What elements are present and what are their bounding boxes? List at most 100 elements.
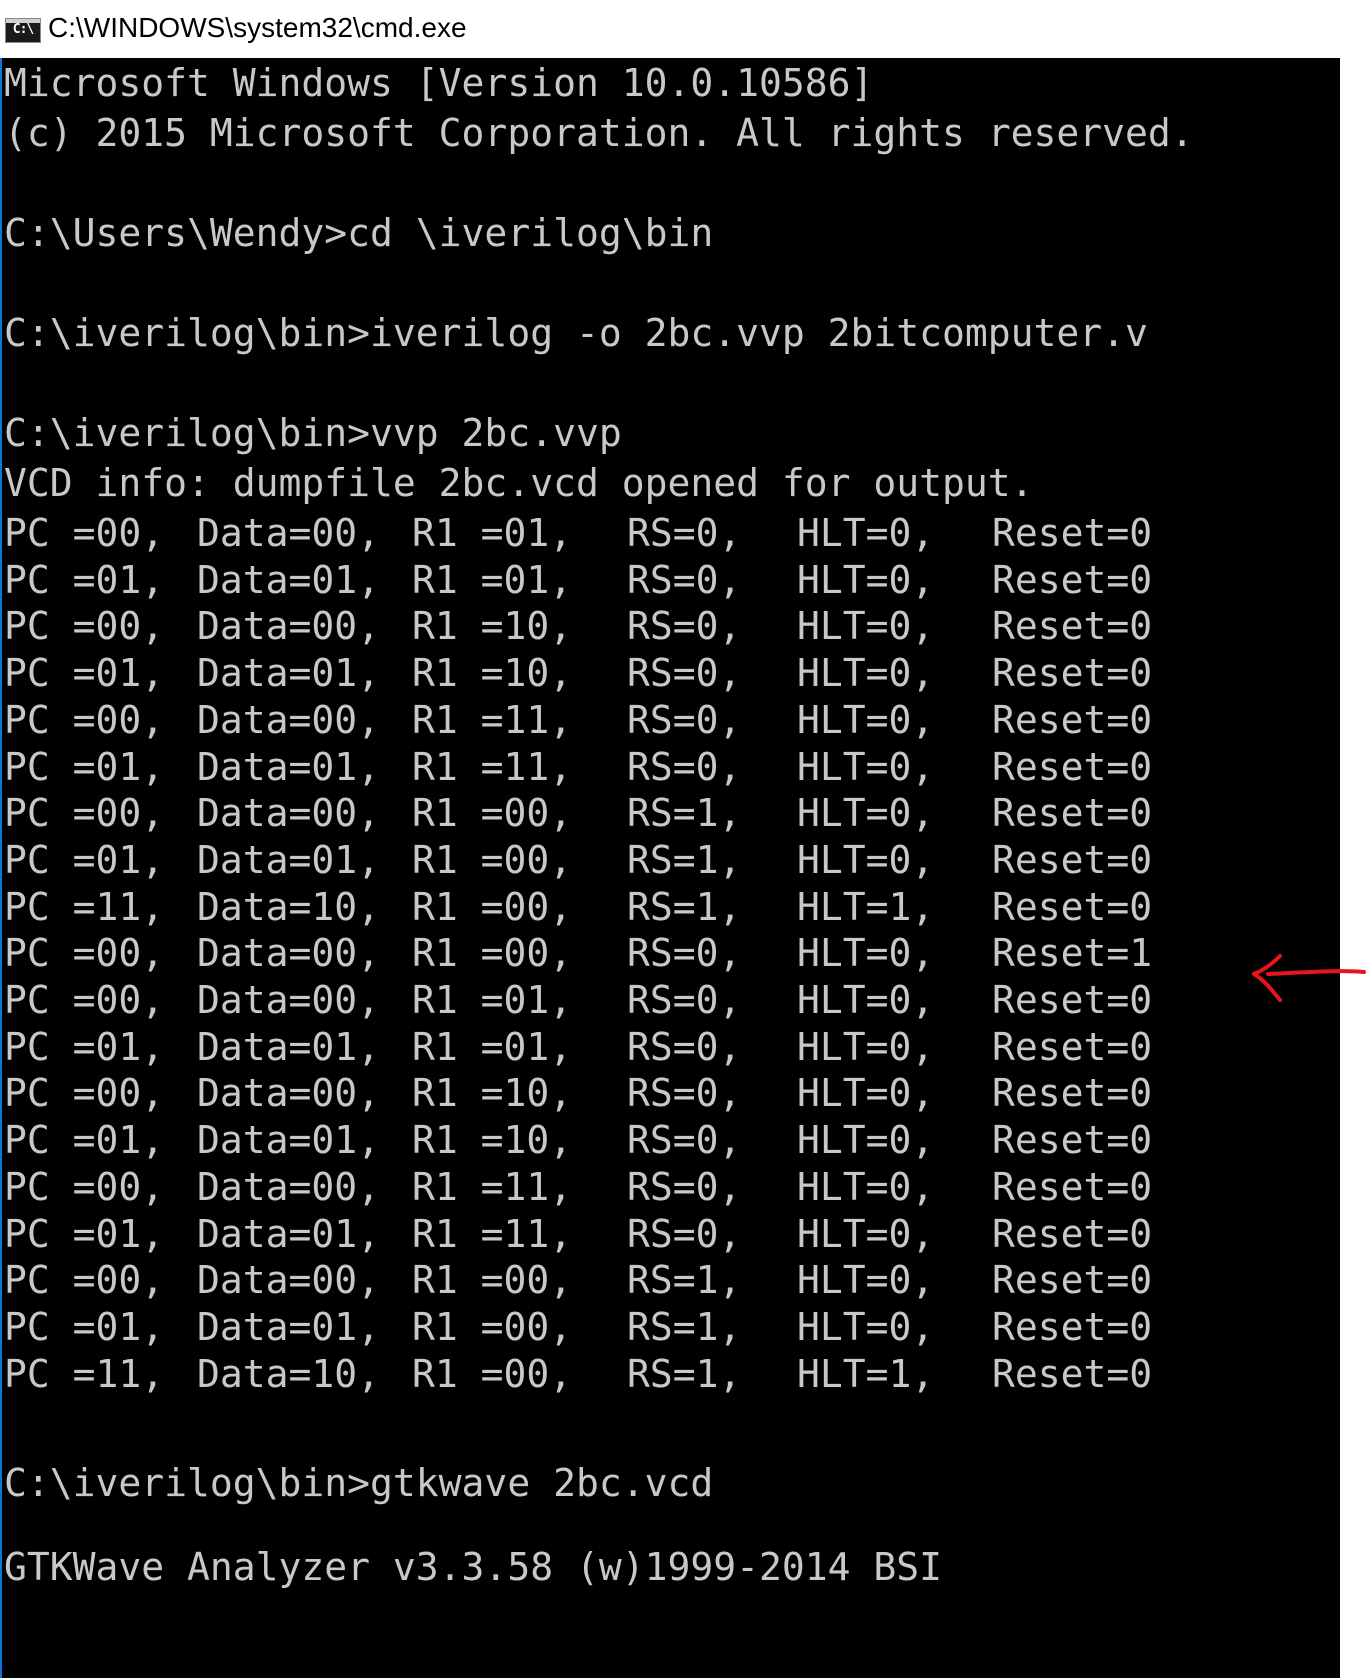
data-cell: Data=00, [197,978,381,1022]
data-cell: Data=01, [197,1024,381,1069]
reset-cell: Reset=0 [992,1024,1153,1069]
r1-cell: R1 =00, [412,791,573,836]
command-line: C:\iverilog\bin>gtkwave 2bc.vcd [4,1461,714,1505]
pc-cell: PC =00, [4,931,165,976]
data-cell: Data=00, [197,1164,381,1209]
reset-cell: Reset=0 [992,1304,1153,1349]
pc-cell: PC =01, [4,651,165,696]
data-cell: Data=00, [197,791,381,836]
output-row: PC =00, Data=00, R1 =11, RS=0, HLT=0, Reset=0 [4,695,1304,745]
rs-cell: RS=0, [627,978,742,1022]
hlt-cell: HLT=0, [797,791,935,836]
hlt-cell: HLT=1, [797,884,935,929]
data-cell: Data=00, [197,511,381,555]
hlt-cell: HLT=0, [797,1118,935,1163]
rs-cell: RS=1, [627,1351,742,1396]
output-row: PC =11, Data=10, R1 =00, RS=1, HLT=1, Reset=0 [4,882,1304,932]
cmd-app-icon-label: C:\ [12,22,35,37]
pc-cell: PC =01, [4,1024,165,1069]
console-output[interactable]: Microsoft Windows [Version 10.0.10586] (… [0,58,1340,1678]
pc-cell: PC =00, [4,1258,165,1303]
vcd-info-line: VCD info: dumpfile 2bc.vcd opened for ou… [4,461,1034,505]
output-row: PC =00, Data=00, R1 =01, RS=0, HLT=0, Reset=0 [4,508,1304,558]
r1-cell: R1 =00, [412,931,573,976]
r1-cell: R1 =01, [412,978,573,1022]
output-row: PC =00, Data=00, R1 =00, RS=1, HLT=0, Reset=0 [4,1255,1304,1305]
hlt-cell: HLT=0, [797,511,935,555]
pc-cell: PC =01, [4,837,165,882]
reset-cell: Reset=0 [992,651,1153,696]
command-line: C:\iverilog\bin>vvp 2bc.vvp [4,411,622,455]
hlt-cell: HLT=0, [797,604,935,649]
rs-cell: RS=1, [627,884,742,929]
r1-cell: R1 =01, [412,1024,573,1069]
data-cell: Data=01, [197,651,381,696]
rs-cell: RS=1, [627,837,742,882]
output-row: PC =01, Data=01, R1 =01, RS=0, HLT=0, Reset=0 [4,555,1304,605]
output-row: PC =00, Data=00, R1 =10, RS=0, HLT=0, Reset=0 [4,1068,1304,1118]
pc-cell: PC =00, [4,511,165,555]
output-row: PC =01, Data=01, R1 =10, RS=0, HLT=0, Reset=0 [4,648,1304,698]
pc-cell: PC =11, [4,1351,165,1396]
pc-cell: PC =00, [4,1164,165,1209]
window-title: C:\WINDOWS\system32\cmd.exe [48,12,467,43]
cmd-window: C:\ C:\WINDOWS\system32\cmd.exe Microsof… [0,0,1367,1678]
output-row: PC =00, Data=00, R1 =10, RS=0, HLT=0, Reset=0 [4,601,1304,651]
pc-cell: PC =00, [4,697,165,742]
r1-cell: R1 =00, [412,1304,573,1349]
output-row: PC =00, Data=00, R1 =00, RS=1, HLT=0, Reset=0 [4,788,1304,838]
reset-cell: Reset=0 [992,697,1153,742]
r1-cell: R1 =00, [412,837,573,882]
hlt-cell: HLT=0, [797,1164,935,1209]
hlt-cell: HLT=0, [797,837,935,882]
rs-cell: RS=0, [627,651,742,696]
rs-cell: RS=0, [627,604,742,649]
r1-cell: R1 =10, [412,604,573,649]
data-cell: Data=00, [197,931,381,976]
data-cell: Data=00, [197,1258,381,1303]
output-row: PC =01, Data=01, R1 =00, RS=1, HLT=0, Reset=0 [4,835,1304,885]
rs-cell: RS=0, [627,1071,742,1116]
cmd-app-icon[interactable]: C:\ [5,18,41,43]
title-bar[interactable]: C:\ C:\WINDOWS\system32\cmd.exe [0,0,1367,58]
pc-cell: PC =00, [4,1071,165,1116]
header-line: (c) 2015 Microsoft Corporation. All righ… [4,111,1194,155]
data-cell: Data=10, [197,884,381,929]
rs-cell: RS=0, [627,931,742,976]
reset-cell: Reset=0 [992,604,1153,649]
output-row: PC =00, Data=00, R1 =01, RS=0, HLT=0, Reset=0 [4,975,1304,1025]
r1-cell: R1 =00, [412,884,573,929]
reset-cell: Reset=0 [992,837,1153,882]
hlt-cell: HLT=0, [797,931,935,976]
pc-cell: PC =00, [4,791,165,836]
pc-cell: PC =01, [4,557,165,602]
data-cell: Data=01, [197,557,381,602]
output-row: PC =11, Data=10, R1 =00, RS=1, HLT=1, Reset=0 [4,1349,1304,1399]
rs-cell: RS=0, [627,1024,742,1069]
rs-cell: RS=0, [627,557,742,602]
reset-cell: Reset=1 [992,931,1153,976]
hlt-cell: HLT=0, [797,744,935,789]
hlt-cell: HLT=0, [797,1024,935,1069]
pc-cell: PC =00, [4,604,165,649]
r1-cell: R1 =01, [412,557,573,602]
r1-cell: R1 =00, [412,1351,573,1396]
reset-cell: Reset=0 [992,1164,1153,1209]
r1-cell: R1 =00, [412,1258,573,1303]
command-line: C:\Users\Wendy>cd \iverilog\bin [4,211,714,255]
data-cell: Data=01, [197,1118,381,1163]
r1-cell: R1 =10, [412,1071,573,1116]
r1-cell: R1 =10, [412,651,573,696]
output-row: PC =00, Data=00, R1 =00, RS=0, HLT=0, Reset=1 [4,928,1304,978]
gtkwave-banner-line: GTKWave Analyzer v3.3.58 (w)1999-2014 BS… [4,1545,942,1589]
rs-cell: RS=1, [627,1258,742,1303]
data-cell: Data=01, [197,1211,381,1256]
rs-cell: RS=1, [627,791,742,836]
r1-cell: R1 =01, [412,511,573,555]
output-row: PC =00, Data=00, R1 =11, RS=0, HLT=0, Reset=0 [4,1162,1304,1212]
hlt-cell: HLT=0, [797,651,935,696]
rs-cell: RS=0, [627,744,742,789]
output-row: PC =01, Data=01, R1 =10, RS=0, HLT=0, Reset=0 [4,1115,1304,1165]
reset-cell: Reset=0 [992,978,1153,1022]
pc-cell: PC =01, [4,1304,165,1349]
